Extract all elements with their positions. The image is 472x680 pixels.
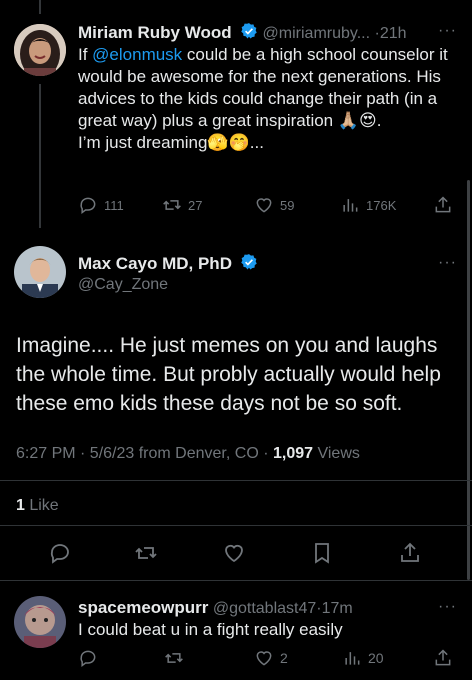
like-count: 59 (280, 197, 295, 213)
views-count: 20 (368, 650, 384, 666)
divider (0, 480, 472, 481)
avatar-spacemeowpurr[interactable] (14, 596, 66, 648)
like-icon (256, 651, 272, 666)
views-button[interactable]: 176K (340, 195, 396, 215)
repost-button[interactable] (164, 648, 184, 668)
tweet2-timestamp[interactable]: 6:27 PM · 5/6/23 from Denver, CO · (16, 445, 273, 462)
tweet1-header: Miriam Ruby Wood @miriamruby... ·21h (78, 22, 407, 45)
reply-icon (50, 544, 69, 564)
reply-button[interactable] (78, 648, 98, 668)
views-count: 176K (366, 197, 397, 213)
tweet2-author-name[interactable]: Max Cayo MD, PhD (78, 254, 232, 273)
reply-icon (80, 197, 96, 214)
reply-button[interactable]: 111 (78, 195, 124, 215)
tweet2-views-label: Views (313, 445, 360, 462)
share-icon (435, 196, 451, 213)
bookmark-button[interactable] (310, 541, 334, 570)
tweet2-likes-summary[interactable]: 1 Like (16, 497, 59, 515)
tweet3-time[interactable]: 17m (322, 600, 353, 617)
share-button[interactable] (398, 541, 422, 570)
like-button[interactable]: 2 (254, 648, 288, 668)
tweet2-views-count: 1,097 (272, 445, 314, 462)
share-button[interactable] (433, 648, 453, 668)
tweet1-actions: 111 27 59 176K (78, 194, 458, 216)
tweet3-text: I could beat u in a fight really easily (78, 620, 343, 639)
views-icon (343, 199, 358, 212)
tweet1-author-name[interactable]: Miriam Ruby Wood (78, 23, 232, 42)
share-icon (435, 649, 451, 666)
tweet2-text: Imagine.... He just memes on you and lau… (16, 334, 441, 415)
verified-icon (240, 253, 258, 276)
thread-connector (39, 84, 41, 228)
repost-button[interactable] (134, 541, 158, 570)
tweet2-likes-count: 1 (16, 497, 25, 514)
like-button[interactable]: 59 (254, 195, 294, 215)
reply-icon (80, 650, 96, 667)
like-icon (225, 544, 243, 563)
more-icon[interactable]: ··· (438, 254, 457, 272)
tweet1-handle[interactable]: @miriamruby... (263, 25, 371, 42)
divider (0, 580, 472, 581)
more-icon[interactable]: ··· (438, 598, 457, 616)
more-icon[interactable]: ··· (438, 22, 457, 40)
tweet2-name-row: Max Cayo MD, PhD (78, 253, 258, 276)
share-icon (401, 542, 419, 562)
views-button[interactable]: 20 (342, 648, 384, 668)
tweet2-handle[interactable]: @Cay_Zone (78, 276, 168, 294)
like-icon (256, 198, 272, 213)
views-icon (345, 652, 360, 665)
tweet2-action-bar (0, 541, 472, 567)
avatar-max[interactable] (14, 246, 66, 298)
mention-link[interactable]: @elonmusk (92, 45, 182, 64)
repost-button[interactable]: 27 (162, 195, 202, 215)
repost-icon (163, 200, 181, 210)
repost-icon (135, 547, 157, 559)
tweet2-meta: 6:27 PM · 5/6/23 from Denver, CO · 1,097… (16, 445, 360, 463)
verified-icon (240, 22, 258, 45)
share-button[interactable] (433, 195, 453, 215)
tweet1-text-start: If (78, 45, 93, 64)
scrollbar[interactable] (467, 180, 470, 580)
repost-count: 27 (188, 197, 203, 213)
tweet3-actions: 2 20 (78, 648, 458, 670)
avatar-miriam[interactable] (14, 24, 66, 76)
repost-icon (165, 653, 183, 663)
tweet3-header: spacemeowpurr @gottablast47·17m (78, 598, 353, 618)
reply-count: 111 (104, 197, 124, 213)
tweet3-author-name[interactable]: spacemeowpurr (78, 598, 208, 617)
tweet3-handle[interactable]: @gottablast47 (213, 600, 316, 617)
reply-button[interactable] (48, 541, 72, 570)
tweet1-time[interactable]: 21h (380, 25, 407, 42)
like-count: 2 (280, 650, 288, 666)
like-button[interactable] (222, 541, 246, 570)
tweet1-text: If @elonmusk could be a high school coun… (78, 44, 448, 154)
bookmark-icon (315, 543, 329, 564)
tweet1-text-line2: I’m just dreaming🫣🤭... (78, 133, 264, 152)
thread-line-top (39, 0, 41, 14)
divider (0, 525, 472, 526)
tweet2-likes-label: Like (24, 497, 59, 514)
